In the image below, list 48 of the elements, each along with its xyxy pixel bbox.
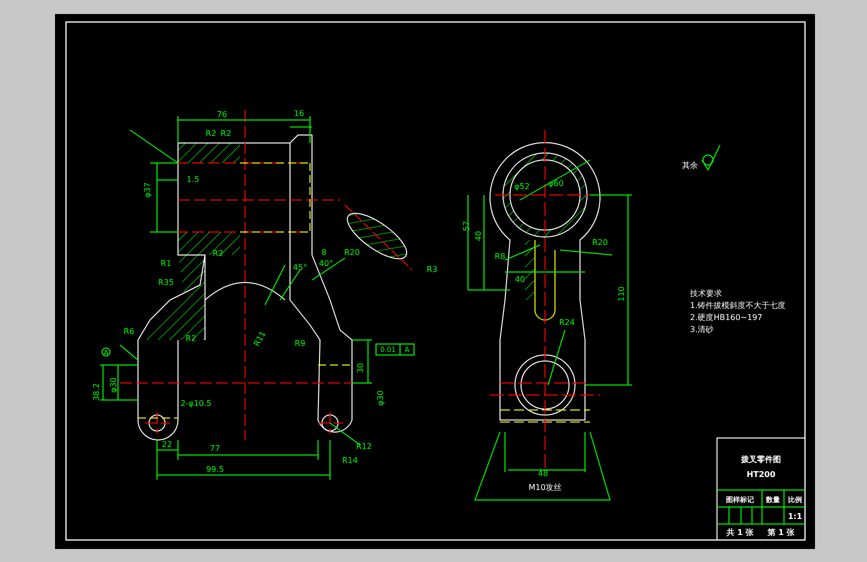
dimension-label: 2-φ10.5 — [180, 399, 212, 408]
dimension-label: 40 — [514, 275, 526, 284]
dimension-label: R2 — [212, 249, 224, 258]
dimension-label: 99.5 — [206, 465, 224, 474]
dimension-label: R6 — [124, 327, 134, 336]
dimension-label: φ30 — [109, 377, 118, 393]
dimension-label: R8 — [494, 252, 506, 261]
note-text: M10攻丝 — [528, 483, 562, 492]
sheet-number: 第 1 张 — [767, 528, 795, 537]
requirement-text: 3.清砂 — [690, 325, 714, 334]
dimension-label: 30 — [356, 362, 365, 374]
section-drawing — [344, 204, 412, 270]
requirement-text: 技术要求 — [690, 289, 722, 298]
dimension-label: 1.5 — [186, 175, 200, 184]
dimension-label: 110 — [617, 286, 626, 302]
dimension-label: R1 — [160, 259, 172, 268]
dimension-label: φ60 — [548, 179, 564, 188]
dimension-label: R3 — [426, 265, 438, 274]
dimension-label: 45° — [292, 263, 308, 272]
dimension-label: 40° — [318, 259, 334, 268]
dimension-label: 16 — [294, 109, 304, 118]
dimension-label: R20 — [344, 248, 360, 257]
title-text: 拨叉零件图 — [741, 455, 781, 464]
dimension-label: 38.2 — [92, 383, 101, 401]
dimension-label: 22 — [162, 440, 172, 449]
requirement-text: 2.硬度HB160~197 — [690, 313, 762, 322]
dimension-label: R9 — [294, 339, 306, 348]
scale-value: 1:1 — [788, 512, 802, 521]
dimension-label: φ52 — [514, 182, 530, 191]
dimension-label: R14 — [342, 456, 358, 465]
dimension-label: 40 — [474, 230, 483, 242]
dimension-label: φ30 — [376, 390, 385, 406]
dimension-label: R20 — [592, 238, 608, 247]
material-text: HT200 — [746, 470, 776, 479]
roughness-label: 其余 — [682, 161, 698, 170]
dimension-label: R12 — [356, 442, 372, 451]
dimension-label: R2 — [206, 129, 216, 138]
dimension-label: R35 — [158, 278, 174, 287]
dimension-label: R24 — [559, 318, 575, 327]
dimension-label: 76 — [216, 110, 228, 119]
dimension-label: R2 — [186, 334, 196, 343]
dimension-label: 77 — [210, 444, 220, 453]
dimension-label: φ37 — [143, 182, 152, 198]
roughness-symbol-icon — [702, 144, 720, 170]
requirement-text: 1.铸件拔模斜度不大于七度 — [690, 301, 786, 310]
sheet-count: 共 1 张 — [726, 528, 754, 537]
dimension-label: 8 — [321, 248, 327, 257]
dimension-label: R2 — [220, 129, 232, 138]
